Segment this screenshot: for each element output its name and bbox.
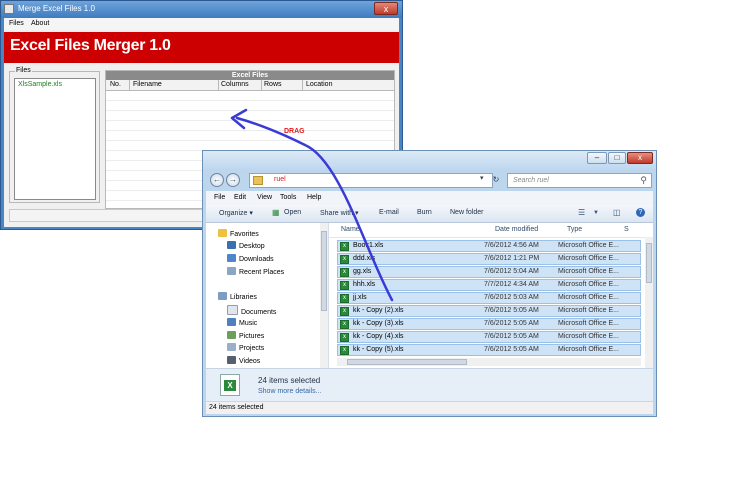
drag-label: DRAG bbox=[284, 128, 305, 135]
drag-arrow-path bbox=[235, 116, 394, 302]
drag-arrow-annotation bbox=[230, 108, 394, 302]
